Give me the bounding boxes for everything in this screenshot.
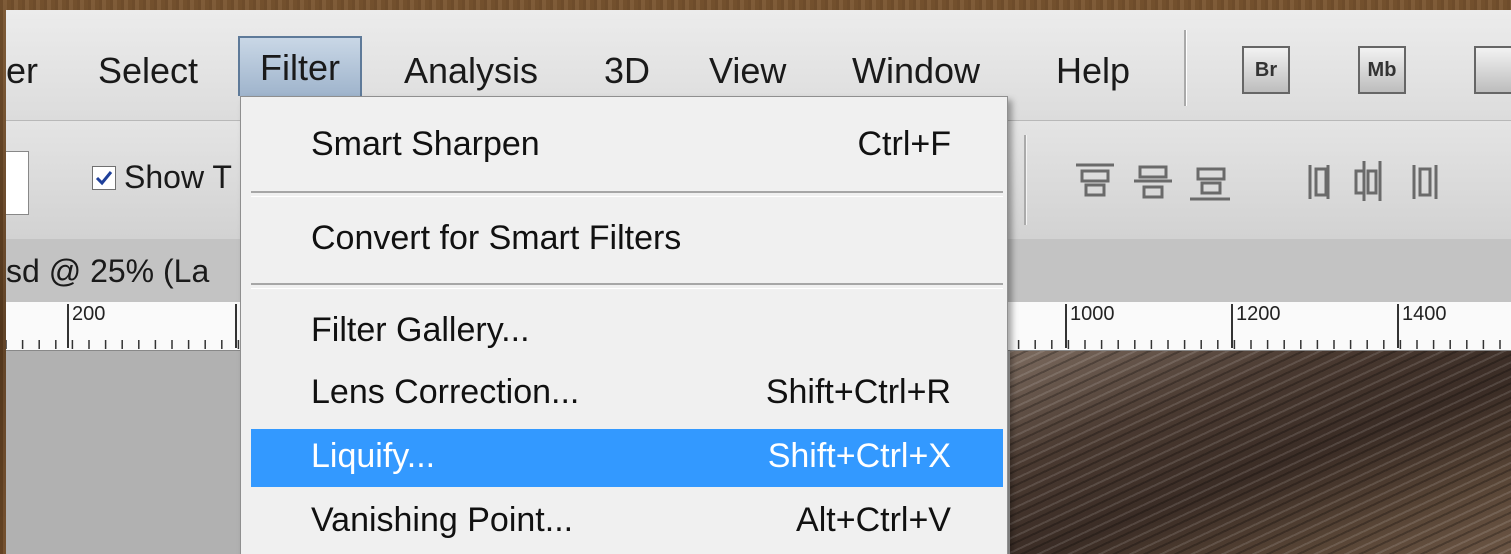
mini-bridge-button[interactable]: Mb bbox=[1358, 46, 1406, 94]
menu-item-lens-correction[interactable]: Lens Correction... Shift+Ctrl+R bbox=[251, 365, 1003, 423]
ruler-label: 200 bbox=[72, 303, 106, 325]
menu-item-smart-sharpen[interactable]: Smart Sharpen Ctrl+F bbox=[251, 117, 1003, 175]
align-vertical-center-icon bbox=[1134, 165, 1172, 199]
menu-item-filter-gallery[interactable]: Filter Gallery... bbox=[251, 303, 1003, 361]
align-distribute-icons bbox=[1076, 161, 1438, 201]
tool-preset-field[interactable] bbox=[6, 151, 29, 215]
menu-item-liquify[interactable]: Liquify... Shift+Ctrl+X bbox=[251, 429, 1003, 487]
menu-filter[interactable]: Filter bbox=[238, 36, 362, 96]
menu-item-label: Vanishing Point... bbox=[311, 501, 574, 539]
align-right-icon bbox=[1412, 165, 1438, 199]
photo-image bbox=[1010, 351, 1511, 554]
menu-separator bbox=[251, 191, 1003, 197]
show-transform-checkbox[interactable] bbox=[92, 166, 116, 190]
menu-item-label: Convert for Smart Filters bbox=[311, 219, 682, 257]
document-title: sd @ 25% (La bbox=[6, 253, 210, 289]
menu-item-shortcut: Shift+Ctrl+R bbox=[765, 373, 951, 411]
bridge-button[interactable]: Br bbox=[1242, 46, 1290, 94]
filter-dropdown-menu: Smart Sharpen Ctrl+F Convert for Smart F… bbox=[240, 96, 1008, 554]
align-bottom-icon bbox=[1190, 167, 1230, 201]
menu-item-convert-smart-filters[interactable]: Convert for Smart Filters bbox=[251, 211, 1003, 269]
menu-3d[interactable]: 3D bbox=[604, 46, 650, 96]
menu-separator bbox=[251, 283, 1003, 289]
menu-item-label: Lens Correction... bbox=[311, 373, 580, 411]
checkmark-icon bbox=[95, 171, 113, 186]
menu-item-vanishing-point[interactable]: Vanishing Point... Alt+Ctrl+V bbox=[251, 493, 1003, 551]
menu-item-label: Liquify... bbox=[311, 437, 436, 475]
menu-select[interactable]: Select bbox=[98, 46, 198, 96]
menu-analysis[interactable]: Analysis bbox=[404, 46, 538, 96]
align-horizontal-center-icon bbox=[1354, 161, 1382, 201]
menu-gutter bbox=[241, 97, 251, 554]
menu-item-shortcut: Shift+Ctrl+X bbox=[767, 437, 951, 475]
photoshop-window: er Select Filter Analysis 3D View Window… bbox=[6, 10, 1511, 554]
ruler-label: 1200 bbox=[1236, 303, 1281, 325]
show-transform-label: Show T bbox=[124, 159, 232, 195]
menu-item-label: Filter Gallery... bbox=[311, 311, 530, 349]
align-left-icon bbox=[1308, 165, 1330, 199]
align-top-icon bbox=[1076, 163, 1114, 197]
screen-mode-button[interactable] bbox=[1474, 46, 1511, 94]
menu-layer[interactable]: er bbox=[6, 46, 38, 96]
menu-item-shortcut: Alt+Ctrl+V bbox=[796, 501, 951, 539]
menu-help[interactable]: Help bbox=[1056, 46, 1130, 96]
ruler-label: 1400 bbox=[1402, 303, 1447, 325]
menu-view[interactable]: View bbox=[709, 46, 786, 96]
menu-item-label: Smart Sharpen bbox=[311, 125, 540, 163]
menu-window[interactable]: Window bbox=[852, 46, 980, 96]
menu-separator bbox=[1184, 30, 1187, 106]
menu-item-shortcut: Ctrl+F bbox=[857, 125, 952, 163]
ruler-label: 1000 bbox=[1070, 303, 1115, 325]
